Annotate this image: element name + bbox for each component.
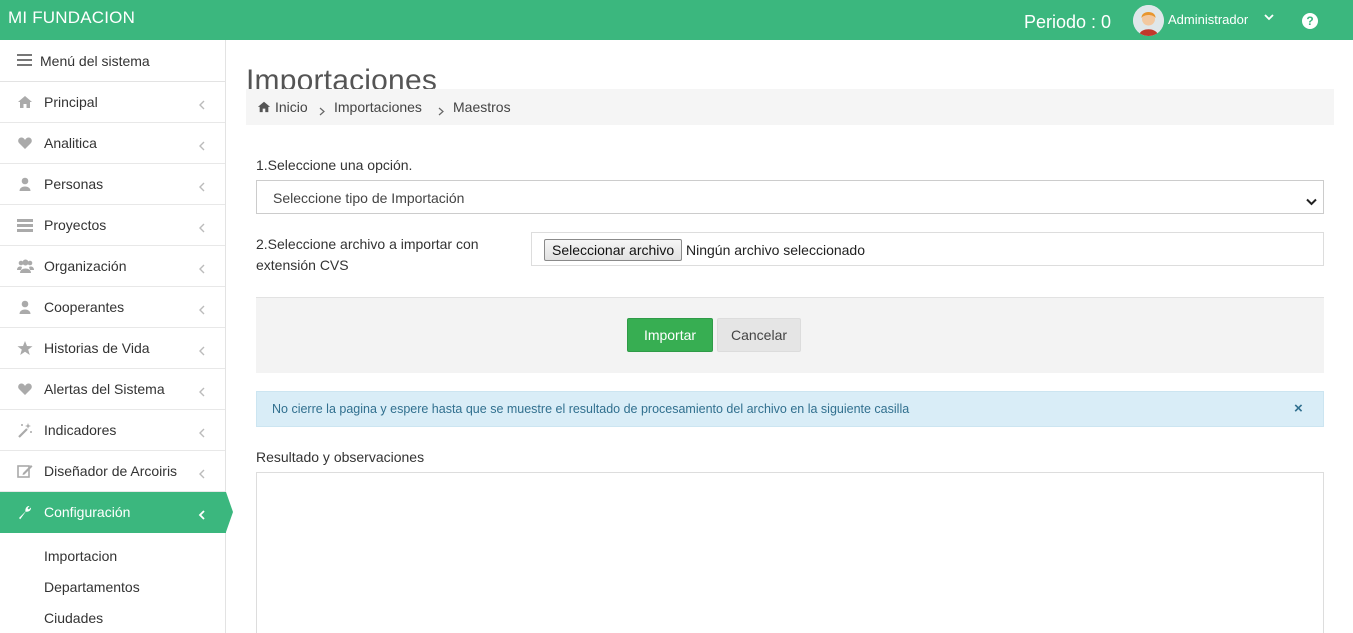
sidebar-subitem-label: Importacion xyxy=(44,548,118,564)
chevron-left-icon xyxy=(198,507,206,523)
sidebar-item-label: Diseñador de Arcoiris xyxy=(44,463,178,479)
chevron-left-icon xyxy=(198,466,206,482)
sidebar-item-label: Configuración xyxy=(44,504,131,520)
chevron-left-icon xyxy=(198,302,206,318)
chevron-right-icon xyxy=(438,103,444,119)
periodo-indicator: Periodo : 0 xyxy=(1024,12,1112,32)
breadcrumb-importaciones[interactable]: Importaciones xyxy=(334,99,422,115)
sidebar-subitem-importacion[interactable]: Importacion xyxy=(0,541,225,572)
heart-icon xyxy=(17,381,33,397)
step1-label: 1.Seleccione una opción. xyxy=(256,157,413,173)
edit-icon xyxy=(17,463,33,479)
sidebar: Menú del sistema Principal Analitica Per… xyxy=(0,40,233,633)
sidebar-subitem-ciudades[interactable]: Ciudades xyxy=(0,603,225,633)
chevron-left-icon xyxy=(198,261,206,277)
chevron-right-icon xyxy=(319,103,325,119)
users-icon xyxy=(17,258,34,274)
sidebar-item-label: Proyectos xyxy=(44,217,107,233)
import-button[interactable]: Importar xyxy=(627,318,713,352)
result-textarea[interactable] xyxy=(256,472,1324,633)
choose-file-button[interactable]: Seleccionar archivo xyxy=(544,239,683,261)
sidebar-item-configuracion[interactable]: Configuración xyxy=(0,492,233,533)
sidebar-item-analitica[interactable]: Analitica xyxy=(0,123,225,164)
sidebar-item-disenador[interactable]: Diseñador de Arcoiris xyxy=(0,451,225,492)
sidebar-item-label: Cooperantes xyxy=(44,299,125,315)
chevron-left-icon xyxy=(198,425,206,441)
file-status: Ningún archivo seleccionado xyxy=(686,242,865,258)
select-value: Seleccione tipo de Importación xyxy=(273,190,465,206)
magic-wand-icon xyxy=(17,422,33,438)
top-navbar: MI FUNDACION Periodo : 0 Administrador ? xyxy=(0,0,1353,40)
user-icon xyxy=(17,176,33,192)
chevron-left-icon xyxy=(198,97,206,113)
home-icon xyxy=(17,94,33,110)
sidebar-menu-header[interactable]: Menú del sistema xyxy=(0,40,225,82)
close-icon[interactable]: × xyxy=(1294,400,1303,417)
info-alert: No cierre la pagina y espere hasta que s… xyxy=(256,391,1324,427)
help-icon[interactable]: ? xyxy=(1302,13,1318,29)
chevron-left-icon xyxy=(198,343,206,359)
sidebar-item-label: Personas xyxy=(44,176,104,192)
breadcrumb-inicio[interactable]: Inicio xyxy=(275,99,308,115)
sidebar-item-indicadores[interactable]: Indicadores xyxy=(0,410,225,451)
server-icon xyxy=(17,217,33,233)
star-icon xyxy=(17,340,33,356)
user-icon xyxy=(17,299,33,315)
heart-icon xyxy=(17,135,33,151)
sidebar-item-label: Alertas del Sistema xyxy=(44,381,165,397)
form-actions: Importar Cancelar xyxy=(256,297,1324,373)
sidebar-item-label: Organización xyxy=(44,258,127,274)
sidebar-subitem-label: Departamentos xyxy=(44,579,140,595)
sidebar-subitem-label: Ciudades xyxy=(44,610,104,626)
user-avatar[interactable] xyxy=(1133,5,1164,36)
chevron-left-icon xyxy=(198,220,206,236)
sidebar-item-label: Analitica xyxy=(44,135,97,151)
user-menu[interactable]: Administrador xyxy=(1168,12,1248,27)
result-label: Resultado y observaciones xyxy=(256,449,425,465)
chevron-left-icon xyxy=(198,138,206,154)
hamburger-icon[interactable] xyxy=(17,53,32,69)
cancel-button[interactable]: Cancelar xyxy=(717,318,801,352)
sidebar-item-label: Indicadores xyxy=(44,422,117,438)
import-type-select[interactable]: Seleccione tipo de Importación xyxy=(256,180,1324,214)
sidebar-item-alertas[interactable]: Alertas del Sistema xyxy=(0,369,225,410)
step2-label: 2.Seleccione archivo a importar con exte… xyxy=(256,236,479,273)
chevron-left-icon xyxy=(198,179,206,195)
sidebar-item-organizacion[interactable]: Organización xyxy=(0,246,225,287)
file-input[interactable]: Seleccionar archivo Ningún archivo selec… xyxy=(531,232,1324,266)
sidebar-item-cooperantes[interactable]: Cooperantes xyxy=(0,287,225,328)
sidebar-item-label: Historias de Vida xyxy=(44,340,150,356)
breadcrumb-maestros: Maestros xyxy=(453,99,511,115)
home-icon[interactable] xyxy=(257,100,271,116)
chevron-down-icon xyxy=(1306,193,1317,209)
sidebar-item-label: Principal xyxy=(44,94,98,110)
sidebar-subitem-departamentos[interactable]: Departamentos xyxy=(0,572,225,603)
alert-text: No cierre la pagina y espere hasta que s… xyxy=(272,402,910,416)
wrench-icon xyxy=(17,504,33,520)
sidebar-item-personas[interactable]: Personas xyxy=(0,164,225,205)
sidebar-item-principal[interactable]: Principal xyxy=(0,82,225,123)
breadcrumb: Inicio Importaciones Maestros xyxy=(246,89,1334,125)
sidebar-menu-title: Menú del sistema xyxy=(40,53,150,69)
app-brand[interactable]: MI FUNDACION xyxy=(8,8,135,28)
chevron-left-icon xyxy=(198,384,206,400)
sidebar-item-historias[interactable]: Historias de Vida xyxy=(0,328,225,369)
sidebar-item-proyectos[interactable]: Proyectos xyxy=(0,205,225,246)
chevron-down-icon[interactable] xyxy=(1263,10,1275,26)
